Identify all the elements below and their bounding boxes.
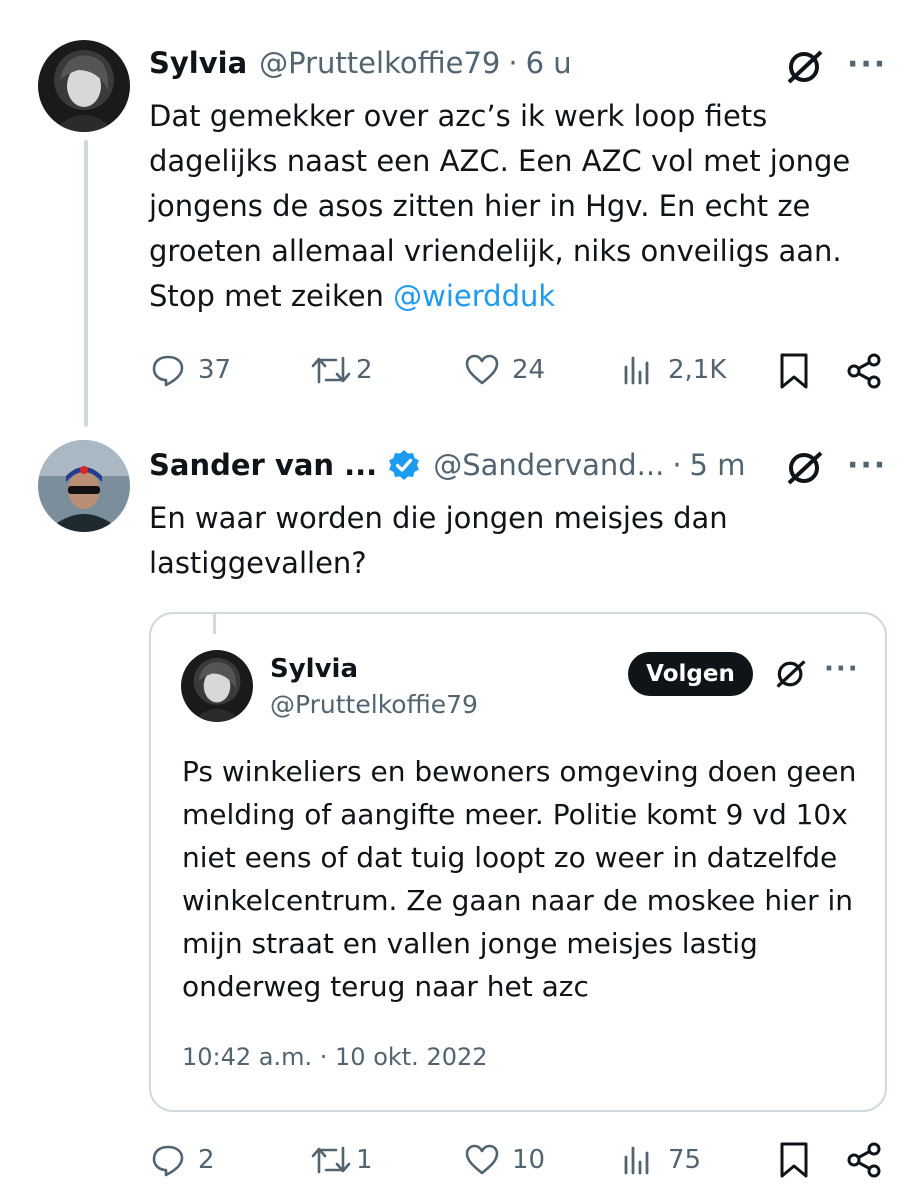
tweet2-text: En waar worden die jongen meisjes dan la… — [149, 496, 889, 586]
text-line: niet eens of dat tuig loopt zo weer in d… — [182, 841, 838, 874]
text-line: Ps winkeliers en bewoners omgeving doen … — [182, 755, 857, 788]
more-icon[interactable]: ··· — [847, 448, 887, 483]
tweet1-header: Sylvia @Pruttelkoffie79 · 6 u — [149, 46, 572, 80]
retweet-count: 2 — [356, 355, 373, 385]
like-count: 10 — [512, 1145, 546, 1175]
quoted-thread-line — [213, 614, 216, 634]
like-button[interactable]: 10 — [464, 1142, 545, 1178]
like-icon — [464, 352, 500, 388]
more-icon[interactable]: ··· — [824, 654, 860, 684]
text-line: winkelcentrum. Ze gaan naar de moskee hi… — [182, 884, 854, 917]
reply-button[interactable]: 2 — [150, 1142, 215, 1178]
retweet-icon — [310, 352, 352, 388]
timestamp[interactable]: 6 u — [526, 46, 572, 80]
author-name[interactable]: Sander van ... — [149, 448, 377, 482]
grok-icon[interactable] — [773, 657, 809, 695]
views-count: 75 — [668, 1145, 702, 1175]
quoted-avatar[interactable] — [181, 650, 253, 722]
reply-icon — [150, 1142, 186, 1178]
text-line: groeten allemaal vriendelijk, niks onvei… — [149, 234, 842, 268]
retweet-icon — [310, 1142, 352, 1178]
like-icon — [464, 1142, 500, 1178]
like-button[interactable]: 24 — [464, 352, 545, 388]
views-icon — [620, 1142, 656, 1178]
grok-icon[interactable] — [785, 449, 825, 491]
retweet-count: 1 — [356, 1145, 373, 1175]
text-line: melding of aangifte meer. Politie komt 9… — [182, 798, 848, 831]
quoted-tweet-card[interactable]: Sylvia @Pruttelkoffie79 Volgen ··· Ps wi… — [149, 612, 887, 1112]
views-count: 2,1K — [668, 355, 727, 385]
bookmark-icon[interactable] — [777, 1141, 811, 1183]
quoted-timestamp[interactable]: 10:42 a.m. · 10 okt. 2022 — [182, 1043, 488, 1071]
reply-count: 37 — [198, 355, 232, 385]
follow-button[interactable]: Volgen — [628, 652, 753, 696]
reply-icon — [150, 352, 186, 388]
tweet2-header: Sander van ... @Sandervand... · 5 m — [149, 448, 745, 482]
author-handle[interactable]: @Pruttelkoffie79 — [259, 46, 500, 80]
text-line: mijn straat en vallen jonge meisjes last… — [182, 927, 758, 960]
text-line: onderweg terug naar het azc — [182, 970, 589, 1003]
more-icon[interactable]: ··· — [847, 47, 887, 82]
share-icon[interactable] — [845, 1141, 883, 1183]
text-line: jongens de asos zitten hier in Hgv. En e… — [149, 189, 811, 223]
text-line: En waar worden die jongen meisjes dan — [149, 501, 728, 535]
like-count: 24 — [512, 355, 546, 385]
quoted-author-name[interactable]: Sylvia — [270, 654, 358, 684]
separator: · — [508, 46, 518, 80]
thread-line — [84, 140, 88, 427]
share-icon[interactable] — [845, 352, 883, 394]
views-button[interactable]: 75 — [620, 1142, 701, 1178]
author-handle[interactable]: @Sandervand... — [433, 448, 664, 482]
avatar-sander[interactable] — [38, 440, 130, 532]
quoted-text: Ps winkeliers en bewoners omgeving doen … — [182, 750, 872, 1008]
views-button[interactable]: 2,1K — [620, 352, 726, 388]
retweet-button[interactable]: 2 — [310, 352, 373, 388]
verified-badge-icon — [387, 448, 421, 482]
mention-link[interactable]: @wierdduk — [393, 279, 555, 313]
retweet-button[interactable]: 1 — [310, 1142, 373, 1178]
author-name[interactable]: Sylvia — [149, 46, 247, 80]
reply-button[interactable]: 37 — [150, 352, 231, 388]
reply-count: 2 — [198, 1145, 215, 1175]
text-line: lastiggevallen? — [149, 546, 367, 580]
quoted-author-handle[interactable]: @Pruttelkoffie79 — [270, 690, 478, 719]
avatar-sylvia[interactable] — [38, 40, 130, 132]
text-fragment: Stop met zeiken — [149, 279, 394, 313]
views-icon — [620, 352, 656, 388]
separator: · — [672, 448, 682, 482]
tweet1-text: Dat gemekker over azc’s ik werk loop fie… — [149, 94, 889, 319]
text-line: Stop met zeiken @wierdduk — [149, 274, 889, 319]
text-line: Dat gemekker over azc’s ik werk loop fie… — [149, 99, 768, 133]
timestamp[interactable]: 5 m — [690, 448, 746, 482]
text-line: dagelijks naast een AZC. Een AZC vol met… — [149, 144, 851, 178]
bookmark-icon[interactable] — [777, 352, 811, 394]
grok-icon[interactable] — [785, 48, 825, 90]
